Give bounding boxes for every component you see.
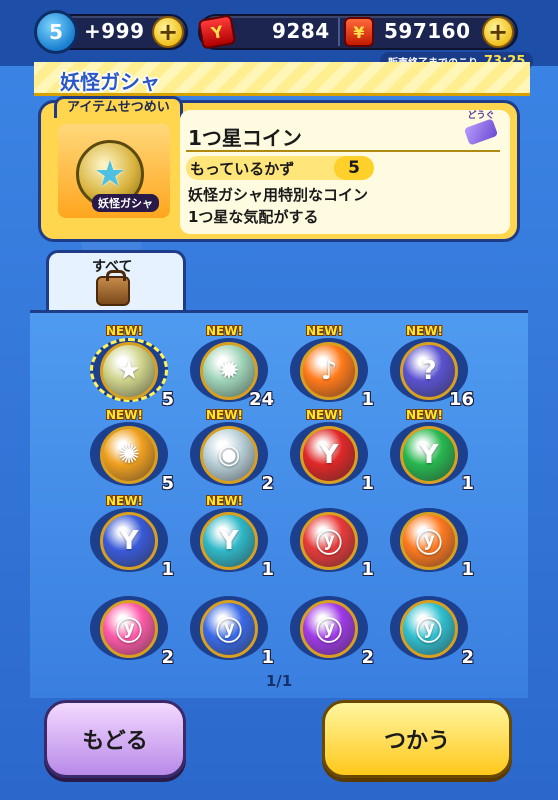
- coin-slot[interactable]: ⓨ 2: [384, 588, 474, 668]
- cyan-fire-coin-icon: ⓨ: [400, 600, 458, 658]
- coin-count: 1: [161, 559, 174, 580]
- coin-count: 5: [161, 473, 174, 494]
- item-name: 1つ星コイン: [188, 126, 302, 150]
- new-badge: NEW!: [206, 408, 243, 422]
- money-icon: ¥: [344, 17, 374, 47]
- currency-divider: [338, 18, 340, 46]
- coin-count: 2: [461, 647, 474, 668]
- stamina-value: +999: [84, 19, 145, 43]
- coin-count: 1: [361, 473, 374, 494]
- coin-slot[interactable]: Y NEW! 1: [184, 494, 274, 580]
- coin-count: 1: [361, 389, 374, 410]
- coin-slot[interactable]: Y NEW! 1: [384, 408, 474, 494]
- blue-y-coin-icon: Y: [100, 512, 158, 570]
- coin-count: 5: [161, 389, 174, 410]
- bag-icon: [96, 270, 130, 306]
- coin-slot[interactable]: ♪ NEW! 1: [284, 324, 374, 410]
- coin-count: 24: [248, 389, 274, 410]
- coin-slot[interactable]: Y NEW! 1: [284, 408, 374, 494]
- music-coin-icon: ♪: [300, 342, 358, 400]
- owned-label: もっているかず: [190, 160, 295, 178]
- purple-fire-coin-icon: ⓨ: [300, 600, 358, 658]
- new-badge: NEW!: [206, 324, 243, 338]
- name-underline: [186, 150, 500, 152]
- page-indicator: 1/1: [265, 672, 293, 690]
- red-y-coin-icon: Y: [300, 426, 358, 484]
- coin-count: 16: [448, 389, 474, 410]
- level-badge: 5: [34, 10, 78, 54]
- blue-fire-coin-icon: ⓨ: [200, 600, 258, 658]
- coin-slot[interactable]: ✺ NEW! 5: [84, 408, 174, 494]
- new-badge: NEW!: [406, 324, 443, 338]
- new-badge: NEW!: [106, 324, 143, 338]
- item-description-line-1: 妖怪ガシャ用特別なコイン: [188, 186, 369, 204]
- coin-count: 1: [461, 559, 474, 580]
- gacha-label: 妖怪ガシャ: [92, 194, 159, 212]
- tool-tag: どうぐ: [462, 108, 500, 146]
- coin-slot[interactable]: ✹ NEW! 24: [184, 324, 274, 410]
- new-badge: NEW!: [106, 408, 143, 422]
- new-badge: NEW!: [106, 494, 143, 508]
- coin-count: 1: [261, 559, 274, 580]
- ticket-icon: Y: [197, 14, 237, 50]
- money-value: 597160: [384, 19, 471, 43]
- coin-slot[interactable]: ? NEW! 16: [384, 324, 474, 410]
- star-coin-icon: ★: [100, 342, 158, 400]
- swirl-coin-icon: ✺: [100, 426, 158, 484]
- teal-y-coin-icon: Y: [200, 512, 258, 570]
- tool-icon: [463, 118, 499, 146]
- coin-slot[interactable]: ◉ NEW! 2: [184, 408, 274, 494]
- item-description-line-2: 1つ星な気配がする: [188, 208, 319, 226]
- silver-coin-icon: ◉: [200, 426, 258, 484]
- red-fire-coin-icon: ⓨ: [300, 512, 358, 570]
- back-button[interactable]: もどる: [44, 700, 186, 778]
- coin-slot[interactable]: ⓨ 1: [384, 500, 474, 580]
- coin-count: 1: [261, 647, 274, 668]
- coin-slot[interactable]: ★ NEW! 5: [84, 324, 174, 410]
- coin-slot[interactable]: ⓨ 1: [184, 588, 274, 668]
- coin-slot[interactable]: Y NEW! 1: [84, 494, 174, 580]
- green-y-coin-icon: Y: [400, 426, 458, 484]
- new-badge: NEW!: [406, 408, 443, 422]
- use-button[interactable]: つかう: [322, 700, 512, 778]
- gacha-coin-screen: 5 +999 + Y 9284 ¥ 597160 + 販売終了までのこり 73:…: [0, 0, 558, 800]
- item-description-tab: アイテムせつめい: [54, 96, 183, 118]
- coin-count: 1: [361, 559, 374, 580]
- new-badge: NEW!: [306, 408, 343, 422]
- coin-count: 1: [461, 473, 474, 494]
- add-money-button[interactable]: +: [482, 16, 514, 48]
- coin-slot[interactable]: ⓨ 2: [84, 588, 174, 668]
- ticket-count: 9284: [272, 19, 330, 43]
- new-badge: NEW!: [206, 494, 243, 508]
- owned-count: 5: [334, 156, 374, 180]
- new-badge: NEW!: [306, 324, 343, 338]
- coin-slot[interactable]: ⓨ 2: [284, 588, 374, 668]
- coin-count: 2: [161, 647, 174, 668]
- orange-fire-coin-icon: ⓨ: [400, 512, 458, 570]
- coin-slot[interactable]: ⓨ 1: [284, 500, 374, 580]
- coin-count: 2: [261, 473, 274, 494]
- pink-fire-coin-icon: ⓨ: [100, 600, 158, 658]
- coin-count: 2: [361, 647, 374, 668]
- page-title: 妖怪ガシャ: [60, 70, 160, 94]
- add-stamina-button[interactable]: +: [152, 16, 184, 48]
